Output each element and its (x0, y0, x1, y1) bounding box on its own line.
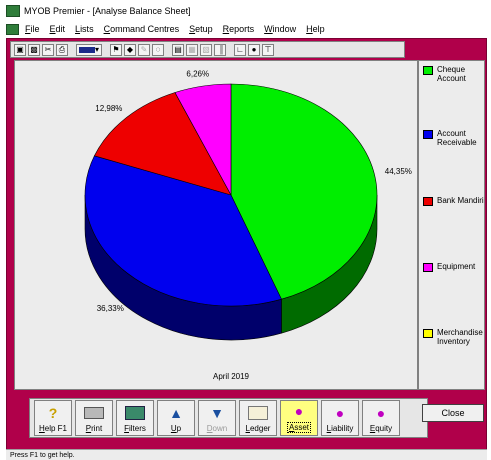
legend-item-bank-mandiri: Bank Mandiri (423, 196, 485, 206)
pie-chart: 44,35% 36,33% 12,98% 6,26% April 2019 (84, 69, 412, 381)
printer-icon (83, 404, 105, 422)
print-button[interactable]: Print (75, 400, 113, 436)
filters-button[interactable]: Filters (116, 400, 154, 436)
chart-axis-icon[interactable]: ∟ (234, 43, 246, 56)
legend-swatch (423, 130, 433, 139)
up-label: Up (170, 424, 182, 433)
zoom-icon[interactable]: ◌ (152, 43, 164, 56)
legend-item-merchandise-inventory: Merchandise Inventory (423, 328, 485, 346)
diamond-icon[interactable]: ◆ (124, 43, 136, 56)
help-button[interactable]: ? Help F1 (34, 400, 72, 436)
legend-swatch (423, 66, 433, 75)
print-icon[interactable]: ⎙ (56, 43, 68, 56)
equity-button[interactable]: ● Equity (362, 400, 400, 436)
legend-label: Account Receivable (437, 129, 477, 147)
pie-data-label: 36,33% (97, 304, 124, 313)
window-title: MYOB Premier - [Analyse Balance Sheet] (24, 6, 191, 16)
ledger-label: Ledger (245, 424, 271, 433)
document-icon[interactable] (6, 23, 19, 35)
ledger-button[interactable]: Ledger (239, 400, 277, 436)
down-arrow-icon: ▼ (210, 405, 224, 421)
command-button-group: ? Help F1 Print Filters ▲ Up ▼ Down Ledg… (29, 398, 428, 438)
legend-item-equipment: Equipment (423, 262, 485, 272)
asset-chart-icon: ● (294, 403, 304, 419)
color-bar-icon[interactable]: ▾ (76, 43, 102, 56)
menu-setup[interactable]: Setup (189, 24, 213, 34)
app-icon (6, 5, 20, 17)
pie-data-label: 44,35% (385, 167, 412, 176)
down-label: Down (206, 424, 228, 433)
up-button[interactable]: ▲ Up (157, 400, 195, 436)
legend-swatch (423, 197, 433, 206)
help-label: Help F1 (38, 424, 67, 433)
menu-edit[interactable]: Edit (50, 24, 66, 34)
liability-button[interactable]: ● Liability (321, 400, 359, 436)
equity-chart-icon: ● (376, 405, 386, 421)
legend-label: Merchandise Inventory (437, 328, 483, 346)
print-label: Print (85, 424, 103, 433)
table-icon[interactable]: ▧ (200, 43, 212, 56)
legend-label: Cheque Account (437, 65, 466, 83)
menu-window[interactable]: Window (264, 24, 296, 34)
menu-lists[interactable]: Lists (75, 24, 94, 34)
grid-icon[interactable]: ▦ (186, 43, 198, 56)
pencil-icon[interactable]: ✎ (138, 43, 150, 56)
status-bar: Press F1 to get help. (6, 449, 487, 460)
asset-label: Asset (286, 422, 311, 433)
menu-bar: File Edit Lists Command Centres Setup Re… (0, 22, 491, 36)
car-icon[interactable]: ⚑ (110, 43, 122, 56)
title-bar: MYOB Premier - [Analyse Balance Sheet] (0, 0, 491, 22)
filters-icon (124, 404, 146, 422)
chart-area: 44,35% 36,33% 12,98% 6,26% April 2019 (14, 60, 418, 390)
liability-label: Liability (326, 424, 354, 433)
help-icon: ? (48, 405, 58, 421)
legend-item-account-receivable: Account Receivable (423, 129, 485, 147)
equity-label: Equity (369, 424, 393, 433)
menu-reports[interactable]: Reports (223, 24, 255, 34)
chart-caption: April 2019 (213, 372, 250, 381)
legend-label: Bank Mandiri (437, 196, 484, 205)
close-button[interactable]: Close (422, 404, 484, 422)
menu-help[interactable]: Help (306, 24, 325, 34)
legend-label: Equipment (437, 262, 476, 271)
chart-legend: Cheque Account Account Receivable Bank M… (418, 60, 485, 390)
toolbar: ▣ ▩ ✂ ⎙ ▾ ⚑ ◆ ✎ ◌ ▤ ▦ ▧ ▐ ∟ ● ⊤ (10, 41, 405, 58)
cut-icon[interactable]: ✂ (42, 43, 54, 56)
page-icon[interactable]: ▤ (172, 43, 184, 56)
legend-swatch (423, 263, 433, 272)
legend-item-cheque-account: Cheque Account (423, 65, 485, 83)
ledger-icon (247, 404, 269, 422)
down-button[interactable]: ▼ Down (198, 400, 236, 436)
menu-file[interactable]: File (25, 24, 40, 34)
save-icon[interactable]: ▣ (14, 43, 26, 56)
find-icon[interactable]: ● (248, 43, 260, 56)
up-arrow-icon: ▲ (169, 405, 183, 421)
print-preview-icon[interactable]: ▩ (28, 43, 40, 56)
tool-icon[interactable]: ⊤ (262, 43, 274, 56)
legend-swatch (423, 329, 433, 338)
pie-data-label: 6,26% (186, 69, 209, 78)
bottom-bar: ? Help F1 Print Filters ▲ Up ▼ Down Ledg… (14, 396, 484, 440)
menu-command-centres[interactable]: Command Centres (104, 24, 180, 34)
filters-label: Filters (124, 424, 146, 433)
bar-icon[interactable]: ▐ (214, 43, 226, 56)
pie-data-label: 12,98% (95, 104, 122, 113)
asset-button[interactable]: ● Asset (280, 400, 318, 436)
liability-chart-icon: ● (335, 405, 345, 421)
